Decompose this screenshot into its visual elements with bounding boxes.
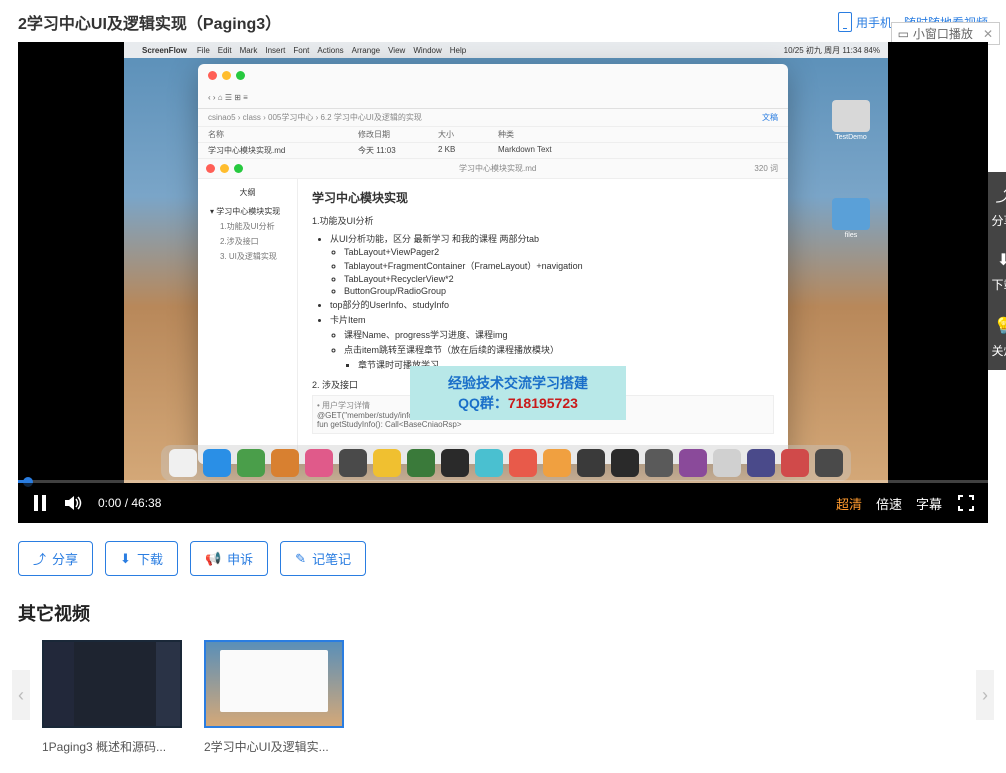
editor-tab: 学习中心模块实现.md <box>251 159 744 178</box>
desktop-icon: TestDemo <box>832 100 870 141</box>
menubar-menus: File Edit Mark Insert Font Actions Arran… <box>197 46 466 55</box>
lightbulb-icon: 💡 <box>994 316 1006 336</box>
share-icon: ⤴ <box>33 549 46 568</box>
document-content: 学习中心模块实现 1.功能及UI分析 从UI分析功能，区分 最新学习 和我的课程… <box>298 179 788 464</box>
use-phone-link[interactable]: 用手机 <box>838 12 892 32</box>
carousel-prev-button[interactable]: ‹ <box>12 670 30 720</box>
quality-button[interactable]: 超清 <box>836 494 862 513</box>
download-icon: ⬇ <box>120 551 131 567</box>
video-frame: ScreenFlow File Edit Mark Insert Font Ac… <box>124 42 888 483</box>
side-download-button[interactable]: ⬇下载 <box>988 238 1006 304</box>
finder-toolbar: ‹ › ⌂ ☰ ⊞ ≡ <box>198 87 788 109</box>
mac-menubar: ScreenFlow File Edit Mark Insert Font Ac… <box>124 42 888 58</box>
side-light-button[interactable]: 💡关灯 <box>988 304 1006 370</box>
speed-button[interactable]: 倍速 <box>876 494 902 513</box>
breadcrumb: csinao5 › class › 005学习中心 › 6.2 学习中心UI及逻… <box>198 109 788 127</box>
subtitle-button[interactable]: 字幕 <box>916 494 942 513</box>
thumb-label: 1Paging3 概述和源码... <box>42 738 182 755</box>
video-thumb-item[interactable]: 1Paging3 概述和源码... <box>42 640 182 755</box>
menubar-status: 10/25 初九 周月 11:34 84% <box>784 45 880 56</box>
other-videos-title: 其它视频 <box>0 594 1006 640</box>
phone-link-text: 用手机 <box>856 14 892 31</box>
file-list-header: 名称修改日期大小种类 <box>198 127 788 143</box>
video-player[interactable]: ScreenFlow File Edit Mark Insert Font Ac… <box>18 42 988 523</box>
note-button[interactable]: ✎记笔记 <box>280 541 366 576</box>
video-thumb-item[interactable]: 2学习中心UI及逻辑实... <box>204 640 344 755</box>
thumb-label: 2学习中心UI及逻辑实... <box>204 738 344 755</box>
pencil-icon: ✎ <box>295 551 306 567</box>
fullscreen-button[interactable] <box>956 493 976 513</box>
carousel-next-button[interactable]: › <box>976 670 994 720</box>
video-thumbnail <box>204 640 344 728</box>
phone-icon <box>838 12 852 32</box>
download-icon: ⬇ <box>997 250 1006 270</box>
pause-button[interactable] <box>30 493 50 513</box>
close-icon[interactable]: ✕ <box>983 27 993 41</box>
video-thumbnail <box>42 640 182 728</box>
share-button[interactable]: ⤴分享 <box>18 541 93 576</box>
time-display: 0:00 / 46:38 <box>98 496 161 510</box>
side-share-button[interactable]: ⤴分享 <box>988 172 1006 238</box>
watermark-overlay: 经验技术交流学习搭建 QQ群：718195723 <box>410 366 626 420</box>
page-title: 2学习中心UI及逻辑实现（Paging3） <box>18 10 281 34</box>
window-traffic-lights <box>198 64 788 87</box>
megaphone-icon: 📢 <box>205 551 221 567</box>
download-button[interactable]: ⬇下载 <box>105 541 178 576</box>
mac-dock <box>161 445 851 481</box>
report-button[interactable]: 📢申诉 <box>190 541 268 576</box>
outline-panel: 大纲 ▾ 学习中心模块实现 1.功能及UI分析 2.涉及接口 3. UI及逻辑实… <box>198 179 298 464</box>
share-icon: ⤴ <box>995 182 1006 206</box>
file-row: 学习中心模块实现.md今天 11:032 KBMarkdown Text <box>198 143 788 158</box>
volume-button[interactable] <box>64 493 84 513</box>
desktop-icon: files <box>832 198 870 239</box>
mini-window-text: 小窗口播放 <box>913 25 973 42</box>
mini-window-icon: ▭ <box>898 27 909 41</box>
player-controls: 0:00 / 46:38 超清 倍速 字幕 <box>18 483 988 523</box>
menubar-app: ScreenFlow <box>142 46 187 55</box>
